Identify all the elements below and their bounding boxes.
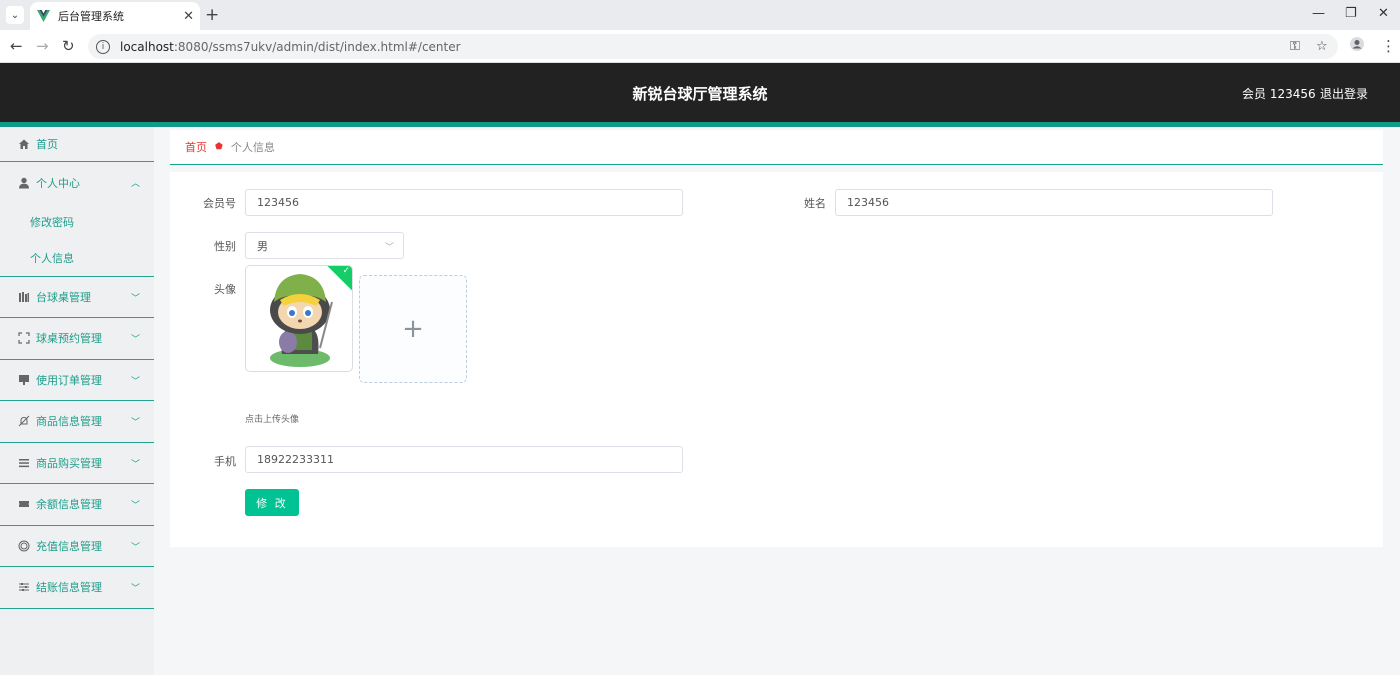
table-icon [18, 291, 30, 303]
phone-label: 手机 [214, 455, 236, 468]
app-header: 新锐台球厅管理系统 会员 123456 退出登录 [0, 63, 1400, 127]
forward-icon[interactable]: → [36, 37, 49, 55]
reload-icon[interactable]: ↻ [62, 37, 75, 55]
sidebar-item-purchases[interactable]: 商品购买管理 ﹀ [0, 443, 154, 484]
member-no-value: 123456 [257, 196, 299, 209]
breadcrumb: 首页 ⬟ 个人信息 [170, 130, 1383, 165]
new-tab-icon[interactable]: + [205, 5, 219, 25]
close-icon[interactable]: ✕ [183, 9, 194, 24]
sidebar-item-label: 充值信息管理 [36, 539, 102, 553]
sidebar-item-label: 余额信息管理 [36, 498, 102, 512]
ticket-icon [18, 498, 30, 510]
chevron-down-icon: ﹀ [130, 293, 140, 304]
tab-list-icon[interactable]: ⌄ [6, 6, 24, 24]
sidebar-item-label: 球桌预约管理 [36, 332, 102, 346]
password-key-icon[interactable]: ⚿ [1290, 34, 1300, 59]
chevron-down-icon: ﹀ [384, 243, 394, 253]
logout-button[interactable]: 退出登录 [1320, 85, 1368, 102]
breadcrumb-current: 个人信息 [230, 141, 275, 154]
coin-icon [18, 540, 30, 552]
url-text: localhost:8080/ssms7ukv/admin/dist/index… [120, 39, 461, 54]
bell-off-icon [18, 415, 30, 427]
chevron-down-icon: ﹀ [130, 418, 140, 428]
chevron-down-icon: ﹀ [130, 335, 140, 345]
order-icon [18, 374, 30, 386]
header-accent-stripe [0, 122, 1400, 127]
sidebar-subitem-change-password[interactable]: 修改密码 [0, 204, 154, 240]
phone-field[interactable]: 18922233311 [245, 446, 683, 473]
app-title: 新锐台球厅管理系统 [632, 85, 768, 103]
avatar-label: 头像 [214, 283, 236, 296]
member-no-field[interactable]: 123456 [245, 189, 683, 216]
sidebar-item-products[interactable]: 商品信息管理 ﹀ [0, 401, 154, 443]
sidebar-item-label: 台球桌管理 [36, 290, 91, 304]
chevron-up-icon: ︿ [130, 179, 140, 189]
upload-avatar-button[interactable]: + [359, 275, 467, 383]
name-label: 姓名 [804, 197, 826, 210]
sidebar-item-balance[interactable]: 余额信息管理 ﹀ [0, 484, 154, 526]
sidebar-item-personal-center[interactable]: 个人中心 ︿ [0, 162, 154, 204]
upload-tip: 点击上传头像 [245, 415, 300, 425]
vue-logo-icon [36, 9, 50, 23]
sidebar-item-checkout[interactable]: 结账信息管理 ﹀ [0, 567, 154, 609]
avatar-mascot-illustration [270, 274, 333, 367]
sidebar-item-tables[interactable]: 台球桌管理 ﹀ [0, 277, 154, 318]
name-field[interactable]: 123456 [835, 189, 1273, 216]
member-no-label: 会员号 [203, 197, 236, 210]
back-icon[interactable]: ← [10, 37, 23, 55]
more-menu-icon[interactable]: ⋮ [1381, 37, 1396, 55]
fullscreen-icon [18, 332, 30, 344]
sidebar: 首页 个人中心 ︿ 修改密码 个人信息 台球桌管理 ﹀ 球桌预约管理 ﹀ 使用订… [0, 127, 154, 675]
user-icon [18, 177, 30, 189]
check-icon: ✓ [342, 266, 350, 276]
sidebar-item-home[interactable]: 首页 [0, 127, 154, 162]
gender-label: 性别 [214, 240, 236, 253]
sidebar-item-label: 个人中心 [36, 176, 80, 190]
window-close-icon[interactable]: ✕ [1378, 6, 1389, 21]
address-bar: ← → ↻ i localhost:8080/ssms7ukv/admin/di… [0, 30, 1400, 63]
sidebar-item-recharge[interactable]: 充值信息管理 ﹀ [0, 526, 154, 567]
chevron-down-icon: ﹀ [130, 459, 140, 470]
chevron-down-icon: ﹀ [130, 376, 140, 387]
sidebar-item-label: 商品购买管理 [36, 456, 102, 470]
sidebar-item-label: 使用订单管理 [36, 373, 102, 387]
settings-sliders-icon [18, 581, 30, 593]
sidebar-item-label: 首页 [36, 138, 58, 151]
current-user: 会员 123456 [1242, 87, 1316, 101]
browser-tab-bar: ⌄ 后台管理系统 ✕ + — ❐ ✕ [0, 0, 1400, 30]
browser-tab[interactable]: 后台管理系统 ✕ [30, 2, 200, 30]
pentagon-separator-icon: ⬟ [215, 142, 223, 152]
breadcrumb-home[interactable]: 首页 [185, 139, 207, 155]
chevron-down-icon: ﹀ [130, 501, 140, 511]
submit-button[interactable]: 修 改 [245, 489, 299, 516]
gender-value: 男 [257, 239, 268, 253]
list-icon [18, 457, 30, 469]
tab-title: 后台管理系统 [58, 10, 124, 23]
name-value: 123456 [847, 196, 889, 209]
gender-select[interactable]: 男 ﹀ [245, 232, 404, 259]
home-icon [18, 138, 30, 150]
sidebar-item-label: 结账信息管理 [36, 581, 102, 595]
sidebar-subitem-profile[interactable]: 个人信息 [0, 240, 154, 276]
site-info-icon[interactable]: i [96, 39, 110, 54]
profile-icon[interactable] [1350, 37, 1364, 55]
phone-value: 18922233311 [257, 453, 334, 466]
url-field[interactable]: i localhost:8080/ssms7ukv/admin/dist/ind… [88, 34, 1338, 59]
sidebar-item-orders[interactable]: 使用订单管理 ﹀ [0, 360, 154, 401]
bookmark-star-icon[interactable]: ☆ [1316, 34, 1328, 59]
sidebar-item-label: 商品信息管理 [36, 415, 102, 429]
sidebar-item-reservations[interactable]: 球桌预约管理 ﹀ [0, 318, 154, 360]
chevron-down-icon: ﹀ [130, 542, 140, 553]
minimize-icon[interactable]: — [1312, 6, 1325, 21]
chevron-down-icon: ﹀ [130, 584, 140, 594]
plus-icon: + [402, 314, 424, 344]
avatar-image[interactable]: ✓ [245, 265, 353, 372]
sidebar-group-personal: 个人中心 ︿ 修改密码 个人信息 [0, 162, 154, 277]
restore-icon[interactable]: ❐ [1345, 6, 1357, 21]
